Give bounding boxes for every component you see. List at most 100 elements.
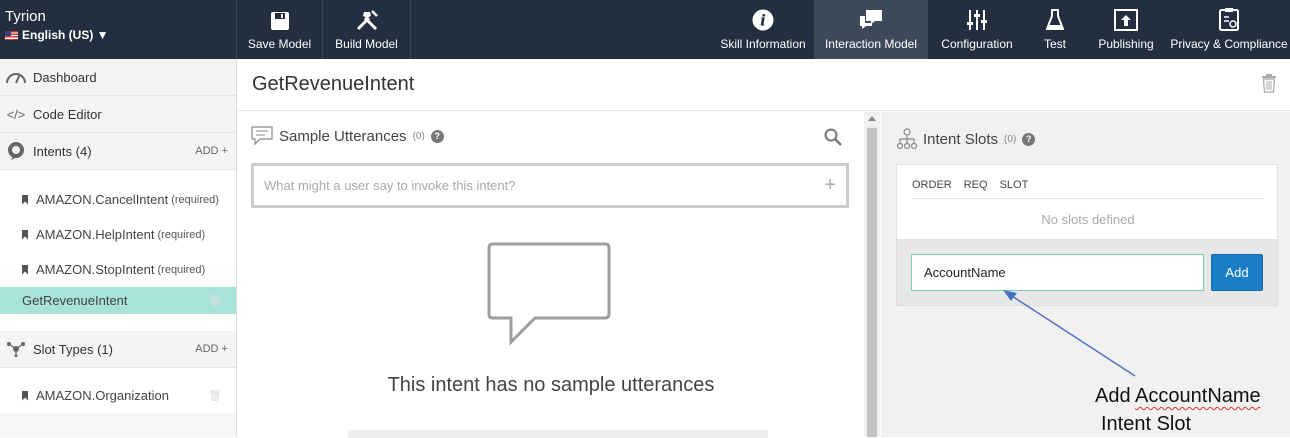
help-icon[interactable]: ? xyxy=(430,129,444,143)
code-icon: </> xyxy=(6,106,26,122)
slots-table: ORDER REQ SLOT No slots defined xyxy=(896,164,1278,240)
chat-bubbles-icon xyxy=(860,10,882,29)
sample-utterances-title: Sample Utterances (0) ? xyxy=(251,126,444,146)
utterance-input-box: + xyxy=(251,163,849,208)
sidebar-item-slot-types[interactable]: Slot Types (1) ADD + xyxy=(0,331,236,368)
panel-scrollbar[interactable] xyxy=(864,112,880,437)
annotation-add: Add xyxy=(1095,385,1131,407)
add-slot-type-button[interactable]: ADD + xyxy=(195,343,228,355)
sample-utterances-label: Sample Utterances xyxy=(279,127,407,145)
intent-name: GetRevenueIntent xyxy=(22,293,128,308)
top-bar: Tyrion English (US) ▼ Save Model Build M… xyxy=(0,0,1290,59)
intent-required-note: (required) xyxy=(157,228,206,241)
svg-text:i: i xyxy=(760,12,766,30)
delete-intent-icon[interactable]: 🗑 xyxy=(208,294,222,307)
empty-speech-bubble-icon xyxy=(487,242,611,346)
col-order: ORDER xyxy=(912,179,952,191)
slot-name-input[interactable] xyxy=(924,265,1203,280)
slot-types-icon xyxy=(5,341,27,357)
add-slot-button[interactable]: Add xyxy=(1211,254,1263,291)
skill-name: Tyrion xyxy=(5,8,46,25)
slot-types-header-label: Slot Types (1) xyxy=(33,341,113,357)
publishing-button[interactable]: Publishing xyxy=(1084,0,1168,59)
col-req: REQ xyxy=(963,179,988,191)
bookmark-icon xyxy=(22,229,28,240)
intent-slots-label: Intent Slots xyxy=(923,130,999,148)
intent-slots-title: Intent Slots (0) ? xyxy=(897,128,1036,150)
help-icon[interactable]: ? xyxy=(1022,132,1036,146)
save-model-button[interactable]: Save Model xyxy=(237,0,323,59)
build-model-label: Build Model xyxy=(335,37,398,51)
slot-tree-icon xyxy=(897,128,917,150)
utterance-input[interactable] xyxy=(264,178,825,193)
empty-utterances-message: This intent has no sample utterances xyxy=(387,374,715,396)
intent-item[interactable]: AMAZON.StopIntent (required) xyxy=(0,252,236,287)
privacy-compliance-button[interactable]: Privacy & Compliance xyxy=(1168,0,1290,59)
no-slots-message: No slots defined xyxy=(1041,212,1135,227)
intent-header: GetRevenueIntent xyxy=(238,59,1290,111)
intent-name: AMAZON.CancelIntent xyxy=(36,192,169,207)
skill-information-label: Skill Information xyxy=(720,37,806,51)
skill-selector[interactable]: Tyrion English (US) ▼ xyxy=(0,0,237,59)
upload-icon xyxy=(1114,9,1138,31)
language-label: English (US) ▼ xyxy=(22,28,109,42)
sliders-icon xyxy=(967,10,987,30)
slot-count: (0) xyxy=(1004,133,1017,145)
delete-slot-type-icon[interactable]: 🗑 xyxy=(208,389,222,402)
slot-type-item[interactable]: AMAZON.Organization 🗑 xyxy=(0,378,236,413)
bookmark-icon xyxy=(22,264,28,275)
test-button[interactable]: Test xyxy=(1026,0,1084,59)
skill-information-button[interactable]: i Skill Information xyxy=(712,0,814,59)
slot-type-name: AMAZON.Organization xyxy=(36,388,169,403)
annotation-callout: Add AccountName Intent Slot xyxy=(1095,382,1261,438)
intent-item[interactable]: AMAZON.CancelIntent (required) xyxy=(0,182,236,217)
speech-bubble-icon xyxy=(251,126,273,146)
sidebar-item-code-editor[interactable]: </> Code Editor xyxy=(0,96,236,133)
bookmark-icon xyxy=(22,194,28,205)
intent-name: AMAZON.HelpIntent xyxy=(36,227,155,242)
add-slot-form: Add xyxy=(896,240,1278,306)
save-model-label: Save Model xyxy=(247,37,312,51)
sidebar-item-intents[interactable]: Intents (4) ADD + xyxy=(0,133,236,170)
interaction-model-label: Interaction Model xyxy=(824,37,918,51)
intents-header-label: Intents (4) xyxy=(33,143,92,159)
publishing-label: Publishing xyxy=(1098,37,1154,51)
slot-name-field xyxy=(911,254,1204,291)
slots-table-header: ORDER REQ SLOT xyxy=(912,179,1028,191)
build-tools-icon xyxy=(356,10,378,31)
language-selector[interactable]: English (US) ▼ xyxy=(5,28,236,42)
intent-item[interactable]: AMAZON.HelpIntent (required) xyxy=(0,217,236,252)
scrollbar-thumb[interactable] xyxy=(867,128,877,437)
search-icon[interactable] xyxy=(824,128,842,151)
test-label: Test xyxy=(1043,37,1066,51)
annotation-line2: Intent Slot xyxy=(1101,413,1192,435)
col-slot: SLOT xyxy=(999,179,1029,191)
sidebar-item-dashboard[interactable]: Dashboard xyxy=(0,59,236,96)
sidebar: Dashboard </> Code Editor Intents (4) AD… xyxy=(0,59,237,437)
flask-icon xyxy=(1046,9,1064,30)
build-model-button[interactable]: Build Model xyxy=(323,0,411,59)
intent-item-selected[interactable]: GetRevenueIntent 🗑 xyxy=(0,287,236,314)
configuration-button[interactable]: Configuration xyxy=(928,0,1026,59)
bookmark-icon xyxy=(22,390,28,401)
interaction-model-button[interactable]: Interaction Model xyxy=(814,0,928,59)
annotation-accountname: AccountName xyxy=(1135,385,1261,407)
sample-utterances-panel: Sample Utterances (0) ? + This intent ha… xyxy=(238,112,864,438)
scroll-up-arrow-icon[interactable] xyxy=(868,116,876,121)
intent-name: AMAZON.StopIntent xyxy=(36,262,155,277)
info-icon: i xyxy=(752,9,774,31)
add-utterance-icon[interactable]: + xyxy=(824,174,836,197)
code-editor-label: Code Editor xyxy=(33,106,102,122)
gauge-icon xyxy=(5,70,27,84)
add-intent-button[interactable]: ADD + xyxy=(195,145,228,157)
us-flag-icon xyxy=(5,30,18,40)
intents-bubble-icon xyxy=(5,141,27,161)
clipboard-check-icon xyxy=(1219,8,1239,31)
save-icon xyxy=(270,12,289,30)
trash-icon[interactable] xyxy=(1261,73,1277,98)
intent-title: GetRevenueIntent xyxy=(252,73,415,95)
dashboard-label: Dashboard xyxy=(33,69,97,85)
utterance-count: (0) xyxy=(412,130,425,142)
privacy-compliance-label: Privacy & Compliance xyxy=(1170,37,1288,51)
intent-required-note: (required) xyxy=(157,263,206,276)
